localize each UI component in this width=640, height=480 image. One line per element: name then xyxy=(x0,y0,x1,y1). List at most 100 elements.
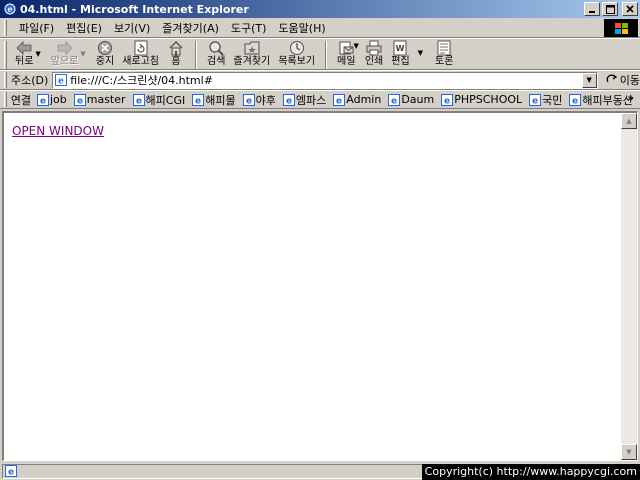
svg-text:e: e xyxy=(444,96,450,106)
menu-view[interactable]: 보기(V) xyxy=(108,20,156,36)
refresh-icon xyxy=(132,40,150,56)
history-icon xyxy=(288,40,306,56)
ie-page-icon: e xyxy=(441,93,454,106)
svg-text:e: e xyxy=(40,96,46,106)
stop-button[interactable]: 중지 xyxy=(92,40,118,70)
discuss-button[interactable]: 토론 xyxy=(431,40,457,70)
ie-page-icon: e xyxy=(192,93,205,106)
menu-edit[interactable]: 편집(E) xyxy=(60,20,108,36)
print-label: 인쇄 xyxy=(364,56,384,67)
maximize-button[interactable] xyxy=(602,2,618,16)
minimize-icon xyxy=(589,11,595,13)
link-label: Daum xyxy=(401,93,435,106)
address-value[interactable]: file:///C:/스크린샷/04.html# xyxy=(70,72,581,88)
menu-tools[interactable]: 도구(T) xyxy=(225,20,273,36)
link-label: 엠파스 xyxy=(295,93,327,107)
link-phpschool[interactable]: e PHPSCHOOL xyxy=(441,93,522,106)
address-dropdown-button[interactable]: ▼ xyxy=(581,72,597,88)
svg-text:W: W xyxy=(396,44,405,53)
scroll-down-button[interactable]: ▼ xyxy=(621,444,637,460)
home-button[interactable]: 홈 xyxy=(163,40,189,70)
forward-dropdown-icon[interactable]: ▼ xyxy=(80,50,85,58)
ie-page-icon: e xyxy=(132,93,145,106)
open-window-link[interactable]: OPEN WINDOW xyxy=(12,124,104,138)
svg-text:e: e xyxy=(8,468,14,478)
address-bar: 주소(D) e file:///C:/스크린샷/04.html# ▼ 이동 xyxy=(0,70,640,90)
copyright-overlay: Copyright(c) http://www.happycgi.com xyxy=(421,464,640,480)
svg-text:e: e xyxy=(58,77,64,87)
history-button[interactable]: 목록보기 xyxy=(274,40,319,70)
link-label: Admin xyxy=(346,93,382,106)
edit-dropdown-icon[interactable]: ▼ xyxy=(418,49,423,57)
ie-page-icon: e xyxy=(282,93,295,106)
link-empas[interactable]: e 엠파스 xyxy=(282,92,327,108)
mail-dropdown-icon[interactable]: ▼ xyxy=(353,42,358,50)
link-label: 해피몰 xyxy=(205,93,236,107)
refresh-button[interactable]: 새로고침 xyxy=(118,40,163,70)
address-bar-grip[interactable] xyxy=(4,72,7,88)
status-pane: e xyxy=(2,463,434,479)
go-button[interactable]: 이동 xyxy=(606,72,640,88)
menu-bar-grip[interactable] xyxy=(4,19,7,36)
toolbar-grip[interactable] xyxy=(4,41,7,69)
link-happy-realestate[interactable]: e 해피부동산 xyxy=(569,92,633,108)
svg-text:e: e xyxy=(77,96,83,106)
ie-page-icon: e xyxy=(388,93,401,106)
vertical-scrollbar[interactable]: ▲ ▼ xyxy=(621,113,637,460)
links-bar-grip[interactable] xyxy=(4,92,7,107)
links-label: 연결 xyxy=(10,93,31,107)
link-admin[interactable]: e Admin xyxy=(333,93,381,106)
menu-bar: 파일(F) 편집(E) 보기(V) 즐겨찾기(A) 도구(T) 도움말(H) xyxy=(0,18,640,38)
discuss-label: 토론 xyxy=(435,56,454,67)
svg-text:e: e xyxy=(336,96,342,106)
link-happycgi[interactable]: e 해피CGI xyxy=(132,92,186,108)
link-label: 해피부동산 xyxy=(582,93,633,107)
link-job[interactable]: e job xyxy=(36,93,67,106)
search-button[interactable]: 검색 xyxy=(203,40,229,70)
ie-page-icon: e xyxy=(529,93,542,106)
link-daum[interactable]: e Daum xyxy=(388,93,434,106)
title-bar[interactable]: e 04.html - Microsoft Internet Explorer xyxy=(0,0,640,18)
link-label: 국민 xyxy=(542,93,563,107)
close-button[interactable] xyxy=(622,2,638,16)
minimize-button[interactable] xyxy=(584,2,600,16)
mail-label: 메일 xyxy=(337,56,356,67)
links-more-chevron-icon[interactable]: » xyxy=(628,93,634,104)
svg-text:e: e xyxy=(286,96,292,106)
window-title: 04.html - Microsoft Internet Explorer xyxy=(20,2,249,16)
link-kookmin[interactable]: e 국민 xyxy=(529,92,562,108)
back-button[interactable]: 뒤로 xyxy=(11,40,37,70)
back-dropdown-icon[interactable]: ▼ xyxy=(35,50,40,58)
scroll-up-button[interactable]: ▲ xyxy=(621,113,637,129)
link-master[interactable]: e master xyxy=(73,93,126,106)
windows-flag-icon xyxy=(614,22,628,34)
maximize-icon xyxy=(605,4,615,14)
toolbar-separator xyxy=(325,41,328,69)
ie-page-icon: e xyxy=(569,93,582,106)
link-label: 해피CGI xyxy=(145,93,186,107)
print-button[interactable]: 인쇄 xyxy=(361,40,387,70)
refresh-label: 새로고침 xyxy=(122,56,160,67)
forward-label: 앞으로 xyxy=(50,56,79,67)
link-happymall[interactable]: e 해피몰 xyxy=(192,92,236,108)
favorites-label: 즐겨찾기 xyxy=(233,56,271,67)
ie-page-icon: e xyxy=(36,93,49,106)
svg-text:e: e xyxy=(246,96,252,106)
menu-file[interactable]: 파일(F) xyxy=(13,20,60,36)
page-body: OPEN WINDOW xyxy=(4,113,623,460)
menu-favorites[interactable]: 즐겨찾기(A) xyxy=(156,20,225,36)
edit-button[interactable]: W 편집 xyxy=(387,40,413,70)
svg-text:e: e xyxy=(7,4,12,14)
forward-button[interactable]: 앞으로 xyxy=(47,40,83,70)
windows-logo xyxy=(604,19,638,37)
menu-help[interactable]: 도움말(H) xyxy=(272,20,331,36)
stop-label: 중지 xyxy=(95,56,115,67)
home-label: 홈 xyxy=(171,56,181,67)
favorites-button[interactable]: 즐겨찾기 xyxy=(229,40,274,70)
address-input[interactable]: e file:///C:/스크린샷/04.html# ▼ xyxy=(52,71,598,89)
link-yahoo[interactable]: e 야후 xyxy=(242,92,276,108)
svg-text:e: e xyxy=(391,96,397,106)
ie-page-icon: e xyxy=(73,93,86,106)
search-label: 검색 xyxy=(207,56,226,67)
back-label: 뒤로 xyxy=(15,56,34,67)
